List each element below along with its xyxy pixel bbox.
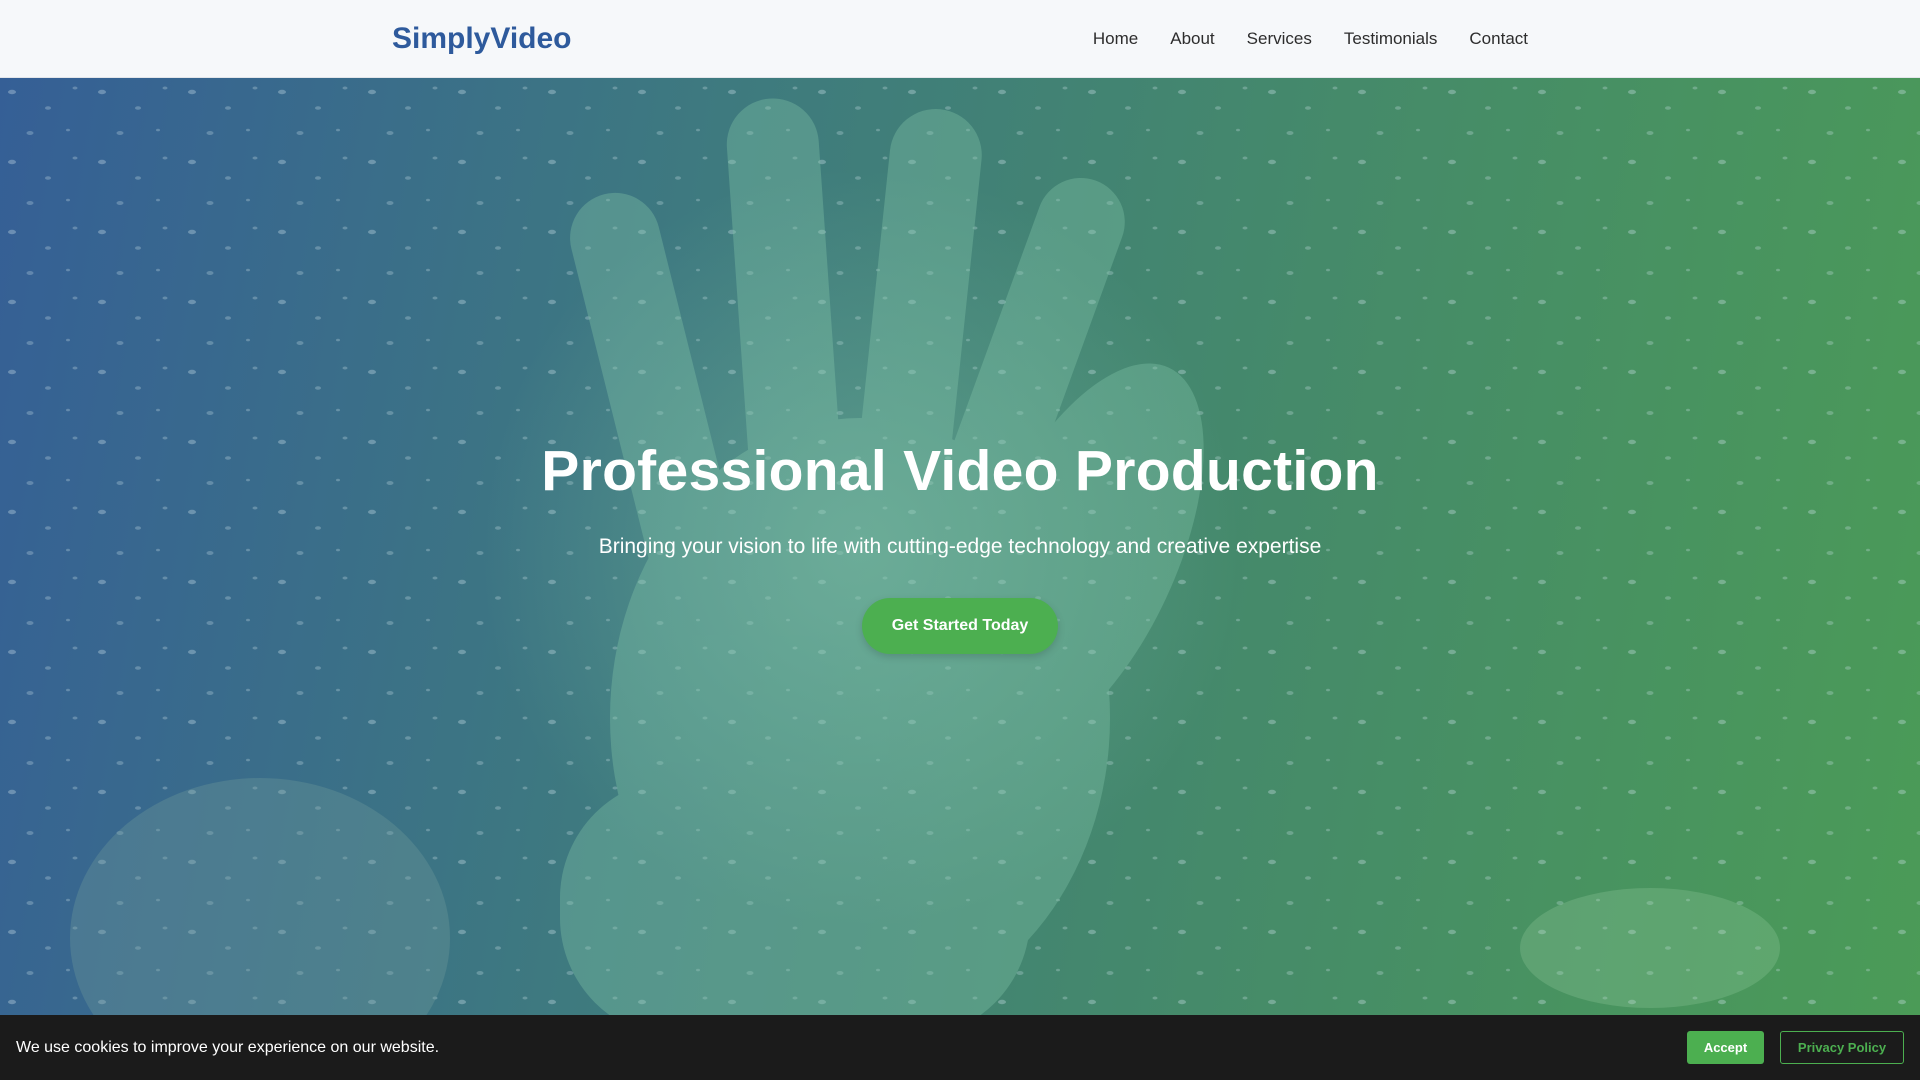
- nav-link-testimonials[interactable]: Testimonials: [1344, 29, 1438, 49]
- hero-title: Professional Video Production: [541, 439, 1379, 503]
- site-header: SimplyVideo Home About Services Testimon…: [0, 0, 1920, 78]
- hero-content: Professional Video Production Bringing y…: [0, 78, 1920, 1015]
- get-started-button[interactable]: Get Started Today: [862, 598, 1058, 654]
- hero-section: Professional Video Production Bringing y…: [0, 78, 1920, 1015]
- main-nav: Home About Services Testimonials Contact: [1093, 0, 1528, 78]
- cookie-banner: We use cookies to improve your experienc…: [0, 1015, 1920, 1080]
- hero-subtitle: Bringing your vision to life with cuttin…: [598, 535, 1322, 558]
- brand-logo[interactable]: SimplyVideo: [392, 0, 572, 78]
- accept-cookies-button[interactable]: Accept: [1687, 1031, 1764, 1064]
- cookie-message: We use cookies to improve your experienc…: [16, 1039, 440, 1056]
- nav-link-contact[interactable]: Contact: [1469, 29, 1528, 49]
- privacy-policy-button[interactable]: Privacy Policy: [1780, 1031, 1904, 1064]
- nav-link-home[interactable]: Home: [1093, 29, 1138, 49]
- nav-link-about[interactable]: About: [1170, 29, 1214, 49]
- nav-link-services[interactable]: Services: [1247, 29, 1312, 49]
